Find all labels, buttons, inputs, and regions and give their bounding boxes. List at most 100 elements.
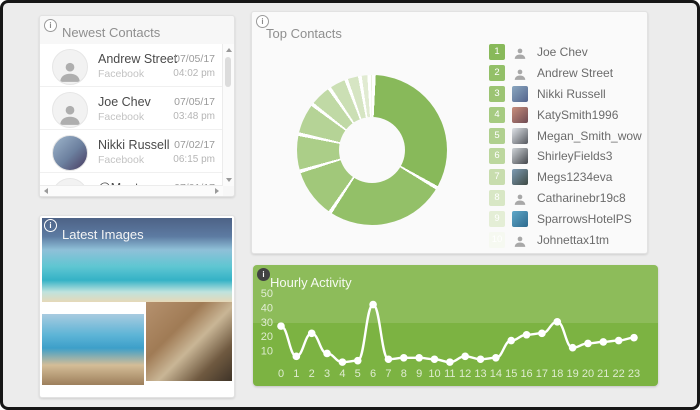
rank-badge: 5 [489,127,505,144]
list-item[interactable]: 8 Catharinebr19c8 [489,188,639,209]
contact-date: 07/05/17 [174,53,215,65]
contact-name: Catharinebr19c8 [537,190,626,205]
scroll-up-icon[interactable] [226,48,232,52]
rank-badge: 9 [489,210,505,227]
rank-badge: 7 [489,169,505,186]
rank-badge: 10 [489,231,505,248]
svg-text:12: 12 [459,368,471,380]
list-item[interactable]: Nikki Russell Facebook 07/02/17 06:15 pm [40,130,223,173]
avatar [512,65,528,81]
svg-text:50: 50 [261,288,273,300]
contact-name: Nikki Russell [98,138,170,152]
contact-date: 07/05/17 [174,96,215,108]
scroll-down-icon[interactable] [226,178,232,182]
svg-text:8: 8 [401,368,407,380]
vertical-scrollbar[interactable] [222,44,234,186]
list-item[interactable]: 10 Johnettax1tm [489,229,639,250]
avatar [512,85,528,102]
top-contacts-donut-chart[interactable] [297,75,447,225]
rank-badge: 3 [489,85,505,102]
list-item[interactable]: Joe Chev Facebook 07/05/17 03:48 pm [40,87,223,130]
avatar [512,232,528,248]
hourly-line-chart[interactable]: 10203040500 1 2 3 4 5 6 7 8 9 10 11 12 13 14 15 16 17 18 19… [253,265,658,386]
horizontal-scrollbar[interactable] [40,185,223,196]
svg-text:20: 20 [582,368,594,380]
image-collage: Latest Images [42,218,232,395]
list-item[interactable]: 9 SparrowsHotelPS [489,208,639,229]
contact-name: Johnettax1tm [537,232,610,247]
info-icon[interactable]: i [256,15,269,28]
svg-text:20: 20 [261,331,273,343]
rank-badge: 2 [489,65,505,82]
scrollbar-thumb[interactable] [225,57,231,87]
avatar [512,44,528,60]
list-item[interactable]: Andrew Street Facebook 07/05/17 04:02 pm [40,44,223,87]
avatar [512,210,528,227]
contact-name: KatySmith1996 [537,107,619,122]
contact-name: Andrew Street [98,52,178,66]
svg-text:1: 1 [293,368,299,380]
contact-name: Megs1234eva [537,170,613,185]
list-item[interactable]: 6 ShirleyFields3 [489,146,639,167]
top-contacts-list: 1 Joe Chev 2 Andrew Street 3 Nikki Russe… [489,42,642,250]
contact-network: Facebook [98,154,145,166]
avatar [512,190,528,206]
contact-name: Nikki Russell [537,86,606,101]
info-icon[interactable]: i [44,219,57,232]
panel-header: Newest Contacts [40,16,234,44]
contact-name: ShirleyFields3 [537,149,613,164]
avatar [512,127,528,144]
svg-text:13: 13 [474,368,486,380]
contact-date: 07/02/17 [174,139,215,151]
photo-beach-thumbs-up[interactable] [42,314,144,385]
info-icon[interactable]: i [257,268,270,281]
hourly-activity-panel: i Hourly Activity 10 20 30 40 50 0 1 2 3 4 5 6 7 8 9 10… [253,265,658,386]
avatar [512,106,528,123]
svg-text:30: 30 [261,317,273,329]
contact-name: SparrowsHotelPS [537,211,632,226]
avatar [512,169,528,186]
list-item[interactable]: 7 Megs1234eva [489,167,639,188]
scroll-right-icon[interactable] [215,188,219,194]
svg-text:3: 3 [324,368,330,380]
svg-text:19: 19 [566,368,578,380]
contact-time: 04:02 pm [173,68,215,79]
photo-rocks-selfie-group[interactable] [146,302,232,381]
contact-network: Facebook [98,111,145,123]
panel-title: Latest Images [62,227,144,242]
list-item[interactable]: 2 Andrew Street [489,63,639,84]
svg-text:6: 6 [370,368,376,380]
avatar [512,148,528,165]
svg-text:40: 40 [261,302,273,314]
photo-beach-group-jump[interactable]: Latest Images [42,218,232,302]
svg-text:17: 17 [536,368,548,380]
rank-badge: 1 [489,44,505,61]
list-item[interactable]: 1 Joe Chev [489,42,639,63]
newest-contacts-panel: i Newest Contacts Andrew Street Facebook… [39,15,235,197]
info-icon[interactable]: i [44,19,57,32]
svg-text:11: 11 [444,368,455,380]
top-contacts-panel: i Top Contacts 1 Joe Chev 2 Andrew Stree… [251,11,648,254]
contact-time: 03:48 pm [173,111,215,122]
list-item[interactable]: 4 KatySmith1996 [489,104,639,125]
panel-title: Newest Contacts [62,25,161,40]
svg-text:2: 2 [309,368,315,380]
list-item[interactable]: 5 Megan_Smith_wow [489,125,642,146]
contact-name: Megan_Smith_wow [537,128,642,143]
svg-text:4: 4 [339,368,345,380]
panel-title: Top Contacts [266,26,342,41]
svg-text:14: 14 [490,368,502,380]
svg-text:18: 18 [551,368,563,380]
svg-text:22: 22 [613,368,625,380]
svg-text:7: 7 [385,368,391,380]
list-item[interactable]: 3 Nikki Russell [489,84,639,105]
avatar [52,49,88,85]
svg-text:0: 0 [278,368,284,380]
latest-images-panel: i Latest Images [39,215,235,398]
avatar [52,135,88,171]
svg-text:15: 15 [505,368,517,380]
avatar [52,92,88,128]
scroll-left-icon[interactable] [44,188,48,194]
svg-text:5: 5 [355,368,361,380]
svg-text:10: 10 [428,368,440,380]
